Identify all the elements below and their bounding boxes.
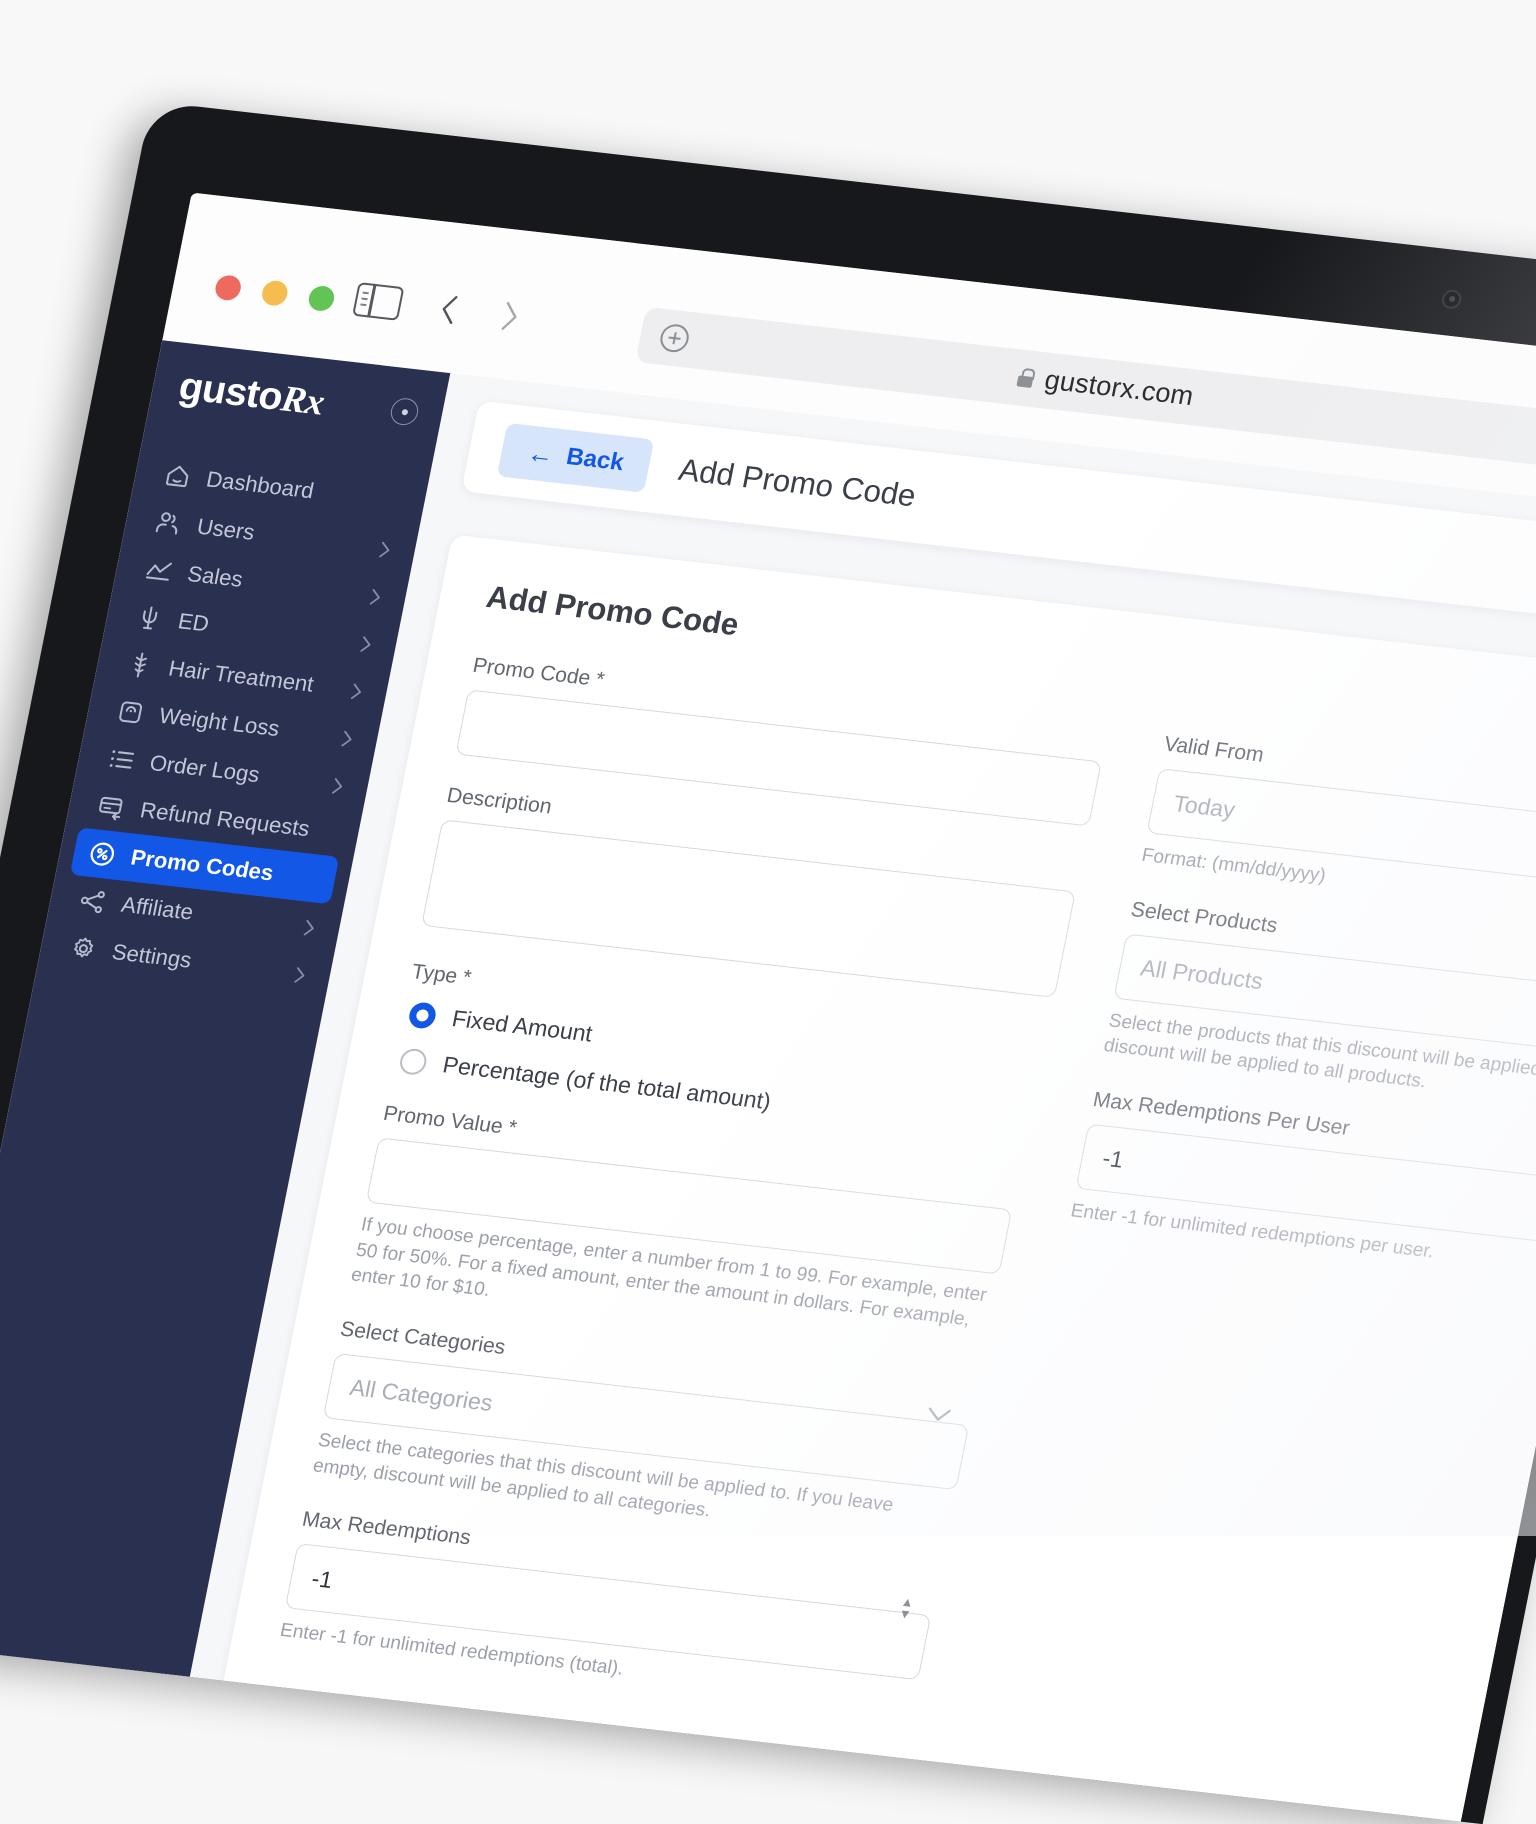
form-back-button[interactable]: Back	[419, 1745, 560, 1821]
sidebar-item-label: Promo Codes	[129, 845, 276, 887]
sidebar-item-label: Hair Treatment	[166, 656, 316, 698]
url-display: gustorx.com	[1015, 362, 1196, 412]
hair-follicle-icon	[123, 650, 156, 681]
chevron-right-icon	[350, 680, 364, 699]
select-categories-field: Select Categories Select the categories …	[311, 1317, 977, 1550]
sidebar-item-label: Order Logs	[147, 750, 261, 788]
sidebar-item-label: Affiliate	[119, 892, 195, 926]
app-viewport: gustoRx Dashboard	[0, 340, 1536, 1821]
chevron-right-icon[interactable]	[499, 301, 521, 332]
promo-code-form: Add Promo Code Promo Code * Description	[195, 534, 1536, 1821]
window-controls	[213, 274, 336, 312]
sidebar-item-label: Sales	[185, 561, 245, 593]
chart-line-icon	[142, 555, 175, 586]
logo-rx: Rx	[278, 379, 328, 424]
chevron-left-icon[interactable]	[438, 294, 460, 325]
minimize-window-button[interactable]	[260, 279, 290, 306]
gear-icon	[67, 933, 100, 964]
logo[interactable]: gustoRx	[176, 367, 328, 422]
lock-icon	[1016, 368, 1035, 388]
arrow-left-icon: ←	[525, 440, 556, 469]
card-refund-icon	[95, 791, 128, 822]
maximize-window-button[interactable]	[307, 285, 337, 312]
description-field: Description	[420, 784, 1083, 1003]
chevron-right-icon	[369, 586, 383, 605]
radio-fixed-amount-label: Fixed Amount	[450, 1005, 595, 1047]
form-columns: Promo Code * Description Type *	[272, 654, 1536, 1822]
max-redemptions-per-user-field: Max Redemptions Per User Enter -1 for un…	[1068, 1088, 1536, 1296]
submit-button[interactable]: Submit	[249, 1726, 409, 1804]
url-host: gustorx.com	[1042, 365, 1196, 412]
promo-value-field: Promo Value * If you choose percentage, …	[349, 1102, 1020, 1360]
chevron-right-icon	[378, 538, 392, 557]
brand: gustoRx	[150, 364, 446, 435]
form-column-left: Promo Code * Description Type *	[272, 654, 1109, 1745]
sidebar-item-label: Dashboard	[204, 466, 316, 504]
laptop-frame: gustorx.com gustoRx	[0, 101, 1536, 1824]
percent-badge-icon	[86, 839, 119, 870]
logo-text: gusto	[175, 365, 286, 419]
sidebar-item-label: Settings	[110, 939, 194, 974]
scale-icon	[114, 697, 147, 728]
chevron-right-icon	[340, 728, 354, 747]
radio-percentage-input[interactable]	[398, 1047, 429, 1076]
chevron-right-icon	[293, 964, 307, 983]
collapse-circle-icon[interactable]	[388, 397, 420, 427]
max-redemptions-field: Max Redemptions ▲▼ Enter -1 for unlimite…	[278, 1508, 939, 1716]
users-icon	[152, 508, 185, 539]
sidebar-item-label: ED	[176, 608, 211, 637]
scene: gustorx.com gustoRx	[0, 0, 1536, 1536]
sidebar-item-label: Refund Requests	[138, 797, 312, 842]
plus-circle-icon[interactable]	[658, 323, 691, 354]
back-button-label: Back	[564, 443, 626, 477]
laptop-screen: gustorx.com gustoRx	[0, 193, 1536, 1822]
cactus-icon	[133, 602, 166, 633]
home-icon	[161, 461, 194, 492]
share-nodes-icon	[76, 886, 109, 917]
chevron-right-icon	[359, 633, 373, 652]
list-icon	[105, 744, 138, 775]
sidebar-item-label: Weight Loss	[157, 703, 282, 742]
page-title: Add Promo Code	[676, 452, 919, 514]
webcam-icon	[1440, 289, 1463, 310]
chevron-right-icon	[303, 917, 317, 936]
back-button[interactable]: ← Back	[497, 423, 655, 493]
radio-fixed-amount-input[interactable]	[407, 1001, 438, 1030]
close-window-button[interactable]	[213, 274, 243, 301]
sidebar-item-label: Users	[195, 514, 257, 546]
sidebar-toggle-icon[interactable]	[352, 282, 404, 321]
chevron-right-icon	[331, 775, 345, 794]
